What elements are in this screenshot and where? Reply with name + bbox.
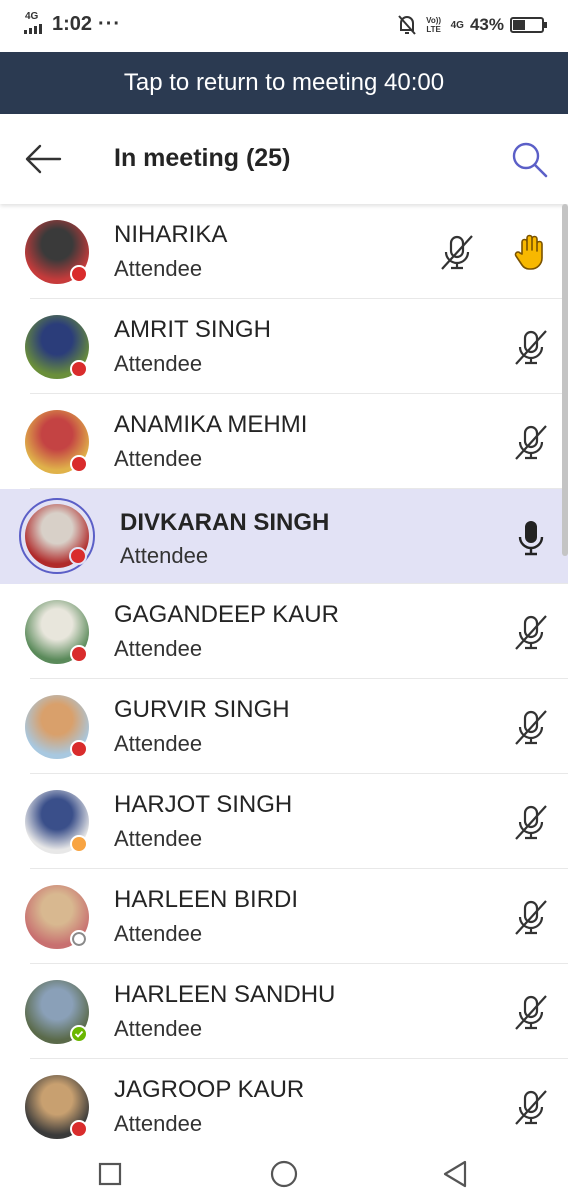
participant-name: GAGANDEEP KAUR bbox=[114, 601, 339, 628]
participant-role: Attendee bbox=[114, 256, 203, 281]
presence-badge-busy bbox=[70, 740, 88, 758]
participant-row[interactable]: HARLEEN BIRDI Attendee bbox=[0, 869, 568, 964]
participant-name: HARLEEN SANDHU bbox=[114, 981, 336, 1008]
presence-badge-busy bbox=[70, 360, 88, 378]
presence-badge-busy bbox=[70, 455, 88, 473]
participant-role: Attendee bbox=[114, 731, 203, 756]
participant-list[interactable]: NIHARIKA Attendee AMRIT SINGH Attendee ANAMI… bbox=[0, 204, 568, 1148]
participant-row[interactable]: ANAMIKA MEHMI Attendee bbox=[0, 394, 568, 489]
mic-muted-icon[interactable] bbox=[512, 422, 550, 462]
presence-badge-offline bbox=[70, 930, 88, 948]
participant-name: HARLEEN BIRDI bbox=[114, 886, 299, 913]
return-to-meeting-banner[interactable]: Tap to return to meeting 40:00 bbox=[0, 52, 568, 114]
mic-muted-icon[interactable] bbox=[512, 992, 550, 1032]
more-notifications-icon: ··· bbox=[98, 12, 122, 35]
home-icon[interactable] bbox=[264, 1154, 304, 1194]
volte-indicator: Vo)) LTE bbox=[426, 16, 442, 34]
presence-badge-away bbox=[70, 835, 88, 853]
page-title: In meeting (25) bbox=[114, 144, 291, 172]
banner-text: Tap to return to meeting 40:00 bbox=[123, 69, 445, 96]
back-triangle-icon[interactable] bbox=[436, 1154, 476, 1194]
network-type: 4G bbox=[25, 11, 39, 22]
mic-on-icon[interactable] bbox=[512, 517, 550, 557]
participant-name: HARJOT SINGH bbox=[114, 791, 293, 818]
network-4g-indicator: 4G bbox=[450, 19, 464, 31]
participant-name: NIHARIKA bbox=[114, 221, 228, 248]
mic-muted-icon[interactable] bbox=[512, 612, 550, 652]
mic-muted-icon[interactable] bbox=[438, 232, 476, 272]
mute-bell-icon bbox=[397, 15, 416, 35]
participant-role: Attendee bbox=[114, 921, 203, 946]
raised-hand-icon bbox=[514, 234, 543, 270]
mic-muted-icon[interactable] bbox=[512, 1087, 550, 1127]
arrow-left-icon[interactable] bbox=[22, 138, 64, 180]
header: In meeting (25) bbox=[0, 114, 568, 204]
participant-role: Attendee bbox=[120, 543, 209, 568]
presence-badge-busy bbox=[70, 1120, 88, 1138]
scrollbar[interactable] bbox=[562, 204, 568, 556]
participant-name: ANAMIKA MEHMI bbox=[114, 411, 308, 438]
mic-muted-icon[interactable] bbox=[512, 327, 550, 367]
presence-badge-busy bbox=[70, 645, 88, 663]
recent-apps-icon[interactable] bbox=[90, 1154, 130, 1194]
clock: 1:02 bbox=[52, 12, 93, 35]
participant-name: DIVKARAN SINGH bbox=[120, 509, 330, 536]
signal-icon: 4G bbox=[24, 12, 44, 36]
mic-muted-icon[interactable] bbox=[512, 897, 550, 937]
participant-row[interactable]: JAGROOP KAUR Attendee bbox=[0, 1059, 568, 1148]
participant-row[interactable]: DIVKARAN SINGH Attendee bbox=[0, 489, 568, 584]
participant-role: Attendee bbox=[114, 636, 203, 661]
mic-muted-icon[interactable] bbox=[512, 802, 550, 842]
participant-row[interactable]: GAGANDEEP KAUR Attendee bbox=[0, 584, 568, 679]
participant-role: Attendee bbox=[114, 446, 203, 471]
participant-name: JAGROOP KAUR bbox=[114, 1076, 305, 1103]
participant-row[interactable]: NIHARIKA Attendee bbox=[0, 204, 568, 299]
battery-icon bbox=[510, 17, 547, 33]
navigation-bar bbox=[0, 1148, 568, 1200]
participant-name: GURVIR SINGH bbox=[114, 696, 290, 723]
participant-role: Attendee bbox=[114, 351, 203, 376]
participant-role: Attendee bbox=[114, 1111, 203, 1136]
participant-row[interactable]: HARLEEN SANDHU Attendee bbox=[0, 964, 568, 1059]
presence-badge-busy bbox=[70, 265, 88, 283]
search-icon[interactable] bbox=[508, 138, 550, 180]
presence-badge-busy bbox=[69, 547, 87, 565]
status-bar: 4G 1:02 ··· Vo)) LTE 4G 43% bbox=[0, 0, 568, 52]
participant-role: Attendee bbox=[114, 826, 203, 851]
presence-badge-available bbox=[70, 1025, 88, 1043]
participant-row[interactable]: HARJOT SINGH Attendee bbox=[0, 774, 568, 869]
mic-muted-icon[interactable] bbox=[512, 707, 550, 747]
participant-row[interactable]: AMRIT SINGH Attendee bbox=[0, 299, 568, 394]
battery-percent: 43% bbox=[469, 15, 504, 34]
participant-role: Attendee bbox=[114, 1016, 203, 1041]
participant-row[interactable]: GURVIR SINGH Attendee bbox=[0, 679, 568, 774]
participant-name: AMRIT SINGH bbox=[114, 316, 271, 343]
